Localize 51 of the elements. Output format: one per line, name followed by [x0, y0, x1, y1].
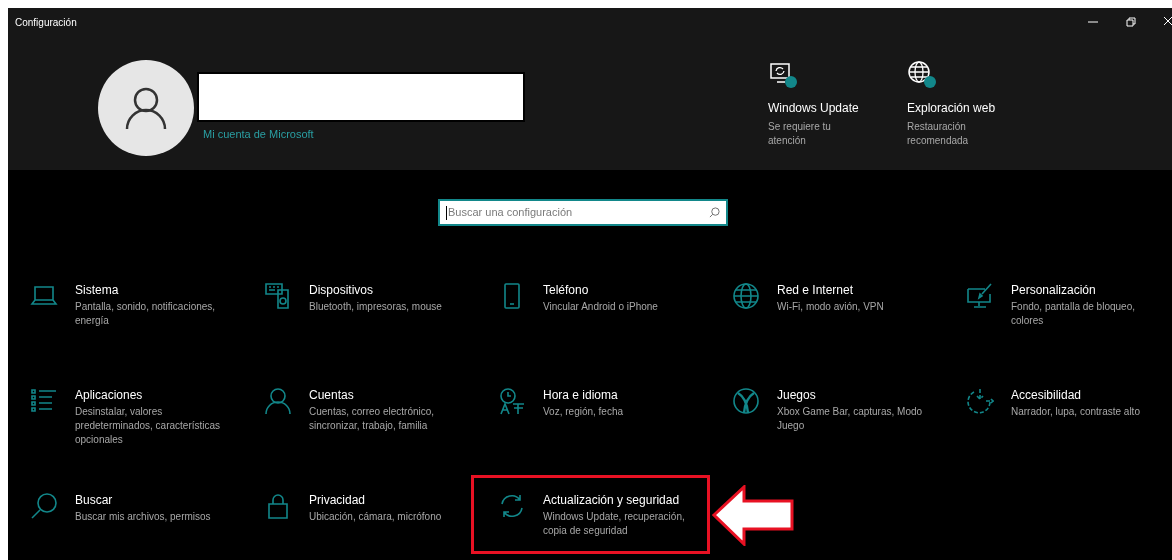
- account-link[interactable]: Mi cuenta de Microsoft: [203, 126, 314, 143]
- category-description: Buscar mis archivos, permisos: [75, 510, 212, 524]
- monitor-brush-icon: [966, 282, 994, 310]
- shortcut-description: Restauración recomendada: [907, 120, 970, 148]
- category-description: Wi-Fi, modo avión, VPN: [777, 300, 885, 314]
- person-icon: [124, 86, 168, 130]
- category-description: Narrador, lupa, contraste alto: [1011, 405, 1141, 419]
- clock-language-icon: [498, 387, 526, 415]
- list-icon: [30, 387, 58, 415]
- category-title[interactable]: Hora e idioma: [543, 387, 693, 403]
- category-description: Desinstalar, valores predeterminados, características opcionales: [75, 405, 222, 447]
- close-icon[interactable]: [1164, 17, 1172, 27]
- category-description: Windows Update, recuperación, copia de seguridad: [543, 510, 686, 538]
- keyboard-speaker-icon: [264, 282, 292, 310]
- category-description: Bluetooth, impresoras, mouse: [309, 300, 443, 314]
- arrow-icon: [712, 485, 796, 546]
- category-description: Cuentas, correo electrónico, sincronizar, trabajo, familia: [309, 405, 436, 433]
- accessibility-icon: [966, 387, 994, 415]
- sync-icon: [498, 492, 526, 520]
- category-title[interactable]: Cuentas: [309, 387, 459, 403]
- shortcut-title[interactable]: Windows Update: [768, 99, 889, 117]
- category-title[interactable]: Privacidad: [309, 492, 459, 508]
- globe-icon: [732, 282, 760, 310]
- update-monitor-icon: [768, 60, 798, 90]
- category-title[interactable]: Red e Internet: [777, 282, 927, 298]
- category-description: Vincular Android o iPhone: [543, 300, 659, 314]
- xbox-icon: [732, 387, 760, 415]
- search-icon: [709, 207, 720, 218]
- search-field[interactable]: Buscar una configuración: [438, 199, 728, 226]
- category-description: Voz, región, fecha: [543, 405, 625, 419]
- category-title[interactable]: Actualización y seguridad: [543, 492, 693, 508]
- category-description: Pantalla, sonido, notificaciones, energía: [75, 300, 217, 328]
- category-title[interactable]: Dispositivos: [309, 282, 459, 298]
- category-title[interactable]: Juegos: [777, 387, 927, 403]
- category-title[interactable]: Accesibilidad: [1011, 387, 1161, 403]
- search-placeholder: Buscar una configuración: [448, 205, 573, 221]
- category-title[interactable]: Buscar: [75, 492, 225, 508]
- search-icon: [30, 492, 58, 520]
- category-description: Ubicación, cámara, micrófono: [309, 510, 443, 524]
- category-title[interactable]: Sistema: [75, 282, 225, 298]
- person-icon: [264, 387, 292, 415]
- category-title[interactable]: Aplicaciones: [75, 387, 225, 403]
- category-description: Xbox Game Bar, capturas, Modo Juego: [777, 405, 924, 433]
- window-title: Configuración: [15, 15, 77, 30]
- shortcut-description: Se requiere tu atención: [768, 120, 832, 148]
- category-description: Fondo, pantalla de bloqueo, colores: [1011, 300, 1136, 328]
- shortcut-title[interactable]: Exploración web: [907, 99, 1028, 117]
- restore-icon[interactable]: [1126, 17, 1136, 27]
- category-title[interactable]: Personalización: [1011, 282, 1161, 298]
- globe-icon: [907, 60, 937, 90]
- category-title[interactable]: Teléfono: [543, 282, 693, 298]
